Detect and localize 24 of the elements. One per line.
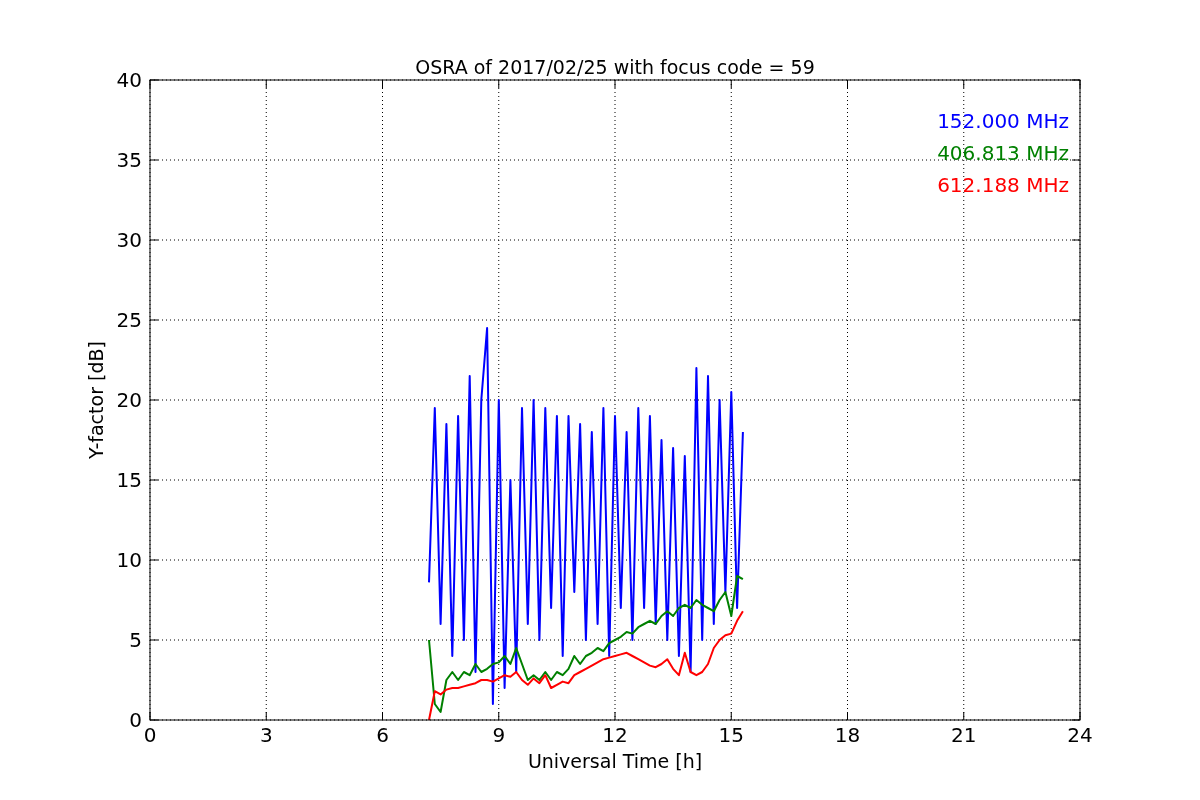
chart-title: OSRA of 2017/02/25 with focus code = 59 xyxy=(415,56,815,78)
x-tick-label: 24 xyxy=(1067,723,1093,747)
y-tick-label: 5 xyxy=(129,628,142,652)
y-tick-label: 0 xyxy=(129,708,142,732)
y-tick-label: 40 xyxy=(116,68,142,92)
x-tick-label: 15 xyxy=(718,723,744,747)
x-tick-label: 12 xyxy=(602,723,628,747)
y-tick-label: 30 xyxy=(116,228,142,252)
y-tick-label: 35 xyxy=(116,148,142,172)
legend-entry: 406.813 MHz xyxy=(937,141,1069,165)
x-axis-label: Universal Time [h] xyxy=(527,750,703,772)
x-tick-label: 3 xyxy=(259,723,273,747)
y-tick-label: 20 xyxy=(116,388,142,412)
y-tick-label: 10 xyxy=(116,548,142,572)
x-tick-label: 6 xyxy=(376,723,389,747)
y-axis-label: Y-factor [dB] xyxy=(85,341,107,459)
legend-entry: 612.188 MHz xyxy=(937,173,1069,197)
legend-entry: 152.000 MHz xyxy=(937,109,1069,133)
y-tick-label: 25 xyxy=(116,308,142,332)
x-tick-label: 18 xyxy=(834,723,861,747)
x-tick-label: 0 xyxy=(143,723,157,747)
x-tick-label: 21 xyxy=(951,723,977,747)
y-tick-label: 15 xyxy=(116,468,142,492)
x-tick-label: 9 xyxy=(492,723,506,747)
